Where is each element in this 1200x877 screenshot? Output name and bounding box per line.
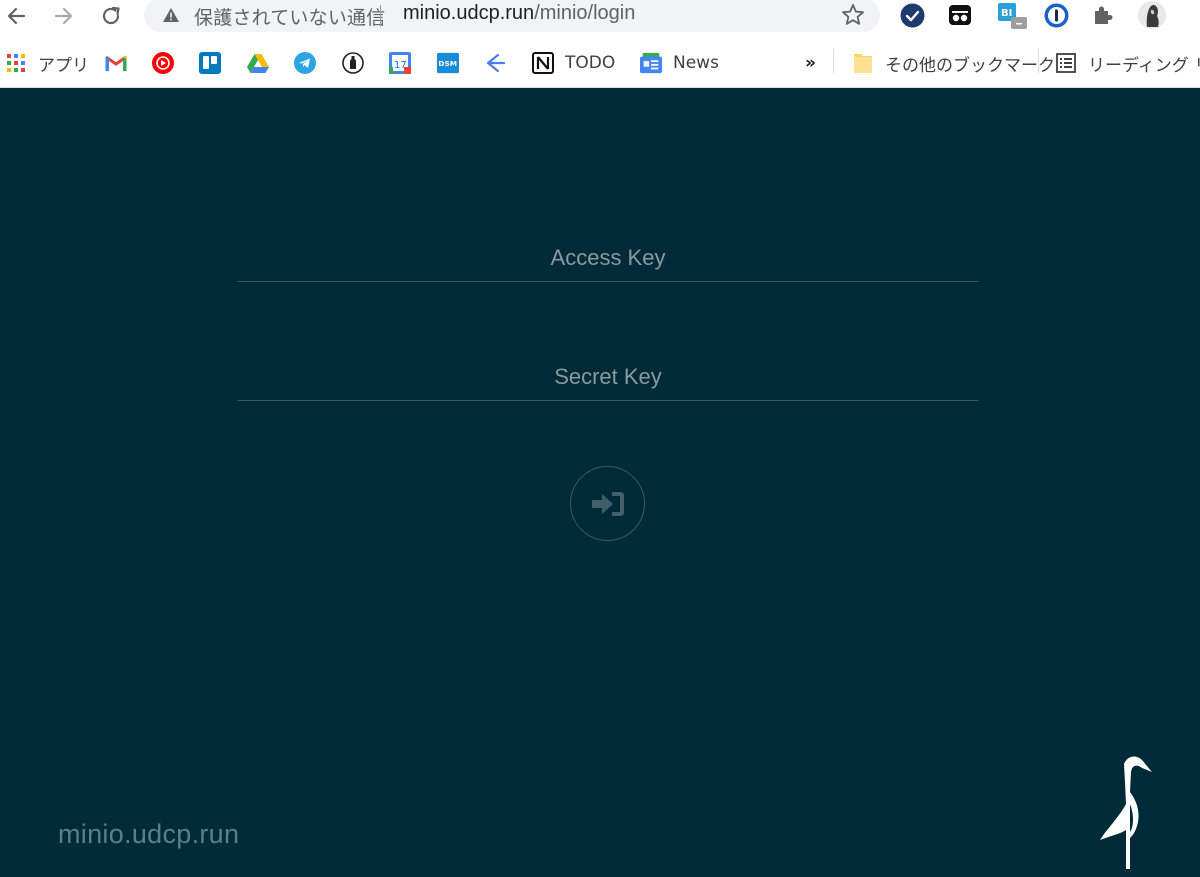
arrow-left-icon xyxy=(7,7,26,25)
other-bookmarks-label: その他のブックマーク xyxy=(885,55,1055,76)
access-key-input[interactable] xyxy=(237,234,979,281)
reload-button[interactable] xyxy=(97,2,125,30)
trello-icon xyxy=(199,52,221,74)
extension-1password-button[interactable] xyxy=(1043,2,1069,28)
telegram-icon xyxy=(294,52,316,74)
key-circle-icon xyxy=(1044,3,1068,27)
bottle-icon xyxy=(342,52,364,74)
minio-logo-icon xyxy=(1100,756,1152,869)
overflow-chevron: » xyxy=(805,53,816,73)
extension-incognito-button[interactable] xyxy=(947,2,973,28)
bookmark-bottle[interactable] xyxy=(342,50,364,76)
extension-bi-button[interactable]: BI xyxy=(996,2,1030,29)
secret-key-field xyxy=(237,353,979,401)
host-label: minio.udcp.run xyxy=(58,819,240,849)
svg-text:DSM: DSM xyxy=(438,59,457,68)
other-bookmarks-folder[interactable]: その他のブックマーク xyxy=(852,50,1055,76)
login-page: minio.udcp.run xyxy=(0,88,1200,877)
bookmarks-bar: アプリ 17 DSM TODO News » その他のブックマーク リーディング xyxy=(0,42,1200,88)
bi-badge-icon: BI xyxy=(998,3,1027,29)
bookmarks-divider xyxy=(833,49,834,73)
bookmark-google-drive[interactable] xyxy=(247,50,269,76)
bookmark-telegram[interactable] xyxy=(294,50,316,76)
arrow-fork-icon xyxy=(485,52,507,74)
bookmarks-overflow-button[interactable]: » xyxy=(805,50,816,76)
extensions-menu-button[interactable] xyxy=(1090,2,1116,28)
secret-key-input[interactable] xyxy=(237,353,979,400)
bookmark-news[interactable]: News xyxy=(640,50,719,76)
notion-icon xyxy=(532,52,554,74)
check-circle-icon xyxy=(900,3,924,27)
back-button[interactable] xyxy=(2,2,30,30)
warning-icon[interactable] xyxy=(162,7,180,23)
url-path: /minio/login xyxy=(534,2,636,24)
dsm-icon: DSM xyxy=(437,52,459,74)
address-bar[interactable]: 保護されていない通信 minio.udcp.run/minio/login xyxy=(144,0,880,32)
bookmark-label: TODO xyxy=(565,53,616,73)
reload-icon xyxy=(102,6,120,25)
gmail-icon xyxy=(105,52,127,74)
svg-text:17: 17 xyxy=(394,60,407,71)
bookmark-dsm[interactable]: DSM xyxy=(437,50,459,76)
profile-avatar-button[interactable] xyxy=(1137,1,1167,29)
login-button[interactable] xyxy=(570,466,645,541)
browser-toolbar: 保護されていない通信 minio.udcp.run/minio/login BI xyxy=(0,0,1200,42)
bookmark-youtube-music[interactable] xyxy=(152,50,174,76)
reading-list-label: リーディング リスト xyxy=(1088,55,1200,76)
bookmark-todo[interactable]: TODO xyxy=(532,50,615,76)
url-text[interactable]: minio.udcp.run/minio/login xyxy=(403,2,635,25)
bookmark-google-calendar[interactable]: 17 xyxy=(389,50,411,76)
star-icon[interactable] xyxy=(840,2,866,28)
svg-text:BI: BI xyxy=(1001,8,1012,19)
google-drive-icon xyxy=(247,52,269,74)
omnibox-divider xyxy=(380,5,381,27)
glasses-icon xyxy=(949,5,971,25)
youtube-music-icon xyxy=(152,52,174,74)
arrow-right-icon xyxy=(54,7,73,25)
url-host: minio.udcp.run xyxy=(403,2,535,24)
apps-grid-icon xyxy=(5,52,27,74)
reading-list-button[interactable]: リーディング リスト xyxy=(1055,50,1200,76)
bookmark-gmail[interactable] xyxy=(105,50,127,76)
extension-todoist-button[interactable] xyxy=(899,2,925,28)
bookmark-label: アプリ xyxy=(38,55,89,76)
security-status-text[interactable]: 保護されていない通信 xyxy=(194,3,385,30)
access-key-field xyxy=(237,234,979,282)
google-news-icon xyxy=(640,52,662,74)
bookmark-apps[interactable]: アプリ xyxy=(5,50,89,76)
bookmark-arrow-fork[interactable] xyxy=(485,50,507,76)
sign-in-icon xyxy=(591,491,624,516)
google-calendar-icon: 17 xyxy=(389,52,411,74)
bookmark-label: News xyxy=(673,53,719,73)
forward-button[interactable] xyxy=(50,2,78,30)
reading-list-icon xyxy=(1055,52,1077,74)
bookmarks-divider xyxy=(1038,49,1039,73)
puzzle-icon xyxy=(1095,6,1113,24)
folder-icon xyxy=(852,52,874,74)
bookmark-trello[interactable] xyxy=(199,50,221,76)
avatar-icon xyxy=(1138,1,1166,29)
